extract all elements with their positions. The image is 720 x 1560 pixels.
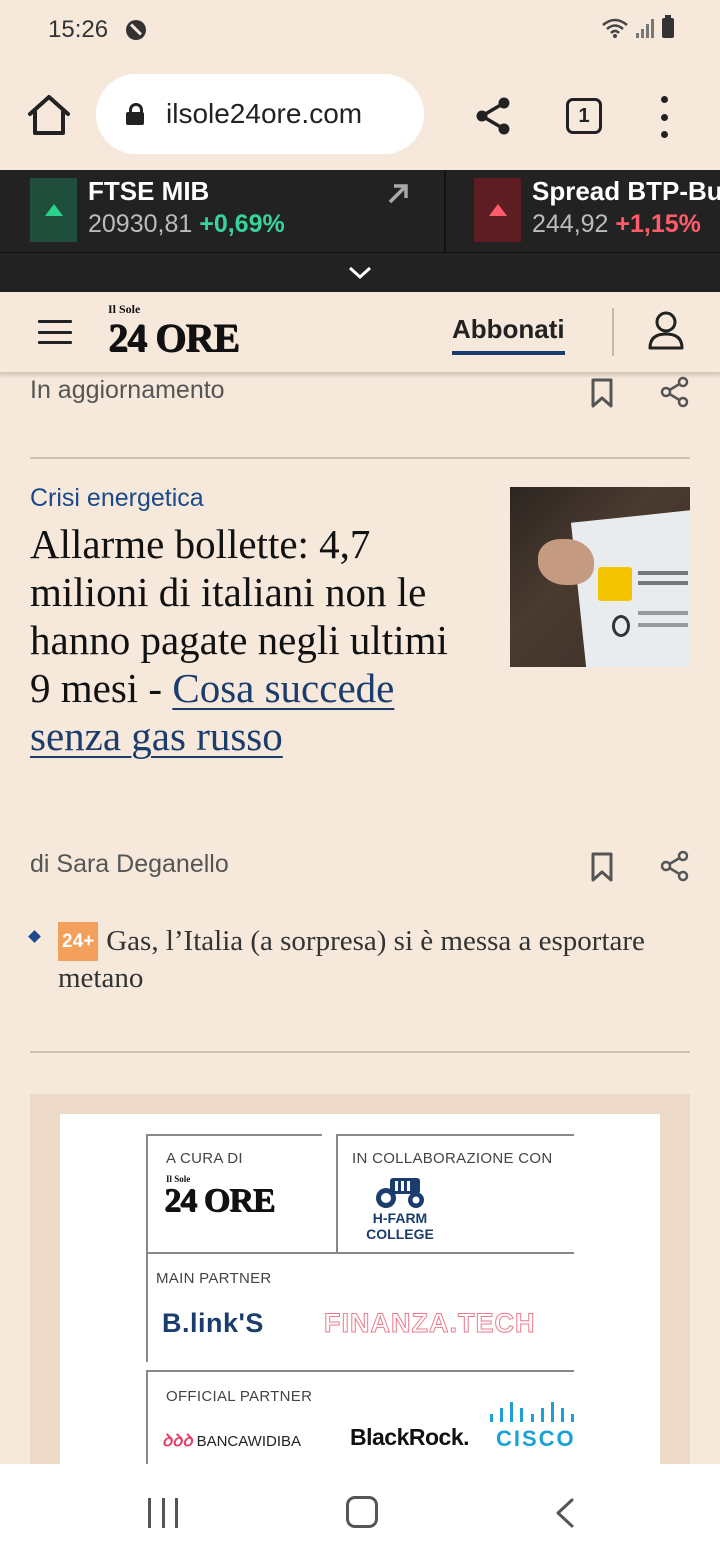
ticker-item-ftse-mib[interactable]: FTSE MIB 20930,81 +0,69%: [0, 170, 446, 252]
browser-toolbar: ilsole24ore.com 1: [0, 60, 720, 170]
ad-logo-big: 24 ORE: [164, 1182, 275, 1219]
ticker-expander[interactable]: [0, 252, 720, 292]
blackrock-logo: BlackRock.: [350, 1424, 470, 1450]
divider: [30, 457, 690, 459]
external-arrow-icon[interactable]: [386, 182, 410, 206]
url-bar[interactable]: ilsole24ore.com: [96, 74, 424, 154]
divider: [30, 1051, 690, 1053]
nav-back-icon[interactable]: [552, 1498, 576, 1528]
market-ticker: FTSE MIB 20930,81 +0,69% Spread BTP-Bund…: [0, 170, 720, 252]
status-bar: 15:26: [0, 0, 720, 60]
sponsor-banner[interactable]: A CURA DI Il Sole 24 ORE IN COLLABORAZIO…: [30, 1094, 690, 1474]
site-header: Il Sole 24 ORE Abbonati: [0, 292, 720, 374]
ticker-item-spread-btp[interactable]: Spread BTP-Bund 244,92 +1,15%: [446, 170, 720, 252]
ticker-name: FTSE MIB: [88, 176, 210, 206]
article-headline[interactable]: Allarme bollette: 4,7 milioni di italian…: [30, 520, 470, 760]
main-partner-box: [146, 1252, 574, 1362]
trend-up-icon: [30, 178, 77, 242]
blinks-logo: B.link'S: [162, 1308, 264, 1338]
widiba-logo: ꝺꝺꝺ BANCAWIDIBA: [162, 1431, 302, 1450]
ticker-change: +0,69%: [199, 210, 285, 238]
user-icon[interactable]: [648, 310, 684, 350]
update-status: In aggiornamento: [30, 376, 225, 404]
official-partner-box: [146, 1370, 574, 1474]
trend-up-icon: [474, 178, 521, 242]
tractor-icon: [376, 1178, 424, 1208]
nav-home-icon[interactable]: [346, 1496, 378, 1528]
url-text: ilsole24ore.com: [166, 98, 363, 129]
home-icon[interactable]: [26, 94, 72, 136]
ticker-name: Spread BTP-Bund: [532, 176, 720, 206]
article-meta: di Sara Deganello: [30, 846, 690, 886]
article-thumbnail[interactable]: [510, 487, 690, 667]
more-vert-icon[interactable]: [654, 96, 674, 138]
system-nav-bar: [0, 1464, 720, 1560]
cisco-logo: CISCO: [496, 1426, 576, 1451]
sponsor-banner-inner[interactable]: A CURA DI Il Sole 24 ORE IN COLLABORAZIO…: [60, 1114, 660, 1474]
share-icon[interactable]: [660, 850, 690, 882]
subscribe-button[interactable]: Abbonati: [452, 314, 565, 355]
ticker-value: 20930,81 +0,69%: [88, 210, 285, 238]
nav-recent-icon[interactable]: [148, 1498, 178, 1528]
bookmark-icon[interactable]: [590, 378, 614, 408]
do-not-disturb-icon: [126, 20, 146, 40]
status-icons: [602, 15, 674, 38]
share-icon[interactable]: [474, 96, 512, 136]
curated-label: A CURA DI: [166, 1150, 243, 1167]
article-byline[interactable]: di Sara Deganello: [30, 850, 229, 879]
site-logo[interactable]: Il Sole 24 ORE: [108, 302, 258, 364]
bookmark-icon[interactable]: [590, 852, 614, 882]
signal-icon: [636, 18, 654, 38]
official-partner-label: OFFICIAL PARTNER: [166, 1388, 313, 1405]
ticker-value: 244,92 +1,15%: [532, 210, 701, 238]
main-partner-label: MAIN PARTNER: [156, 1270, 272, 1287]
article-card: Crisi energetica Allarme bollette: 4,7 m…: [30, 484, 690, 759]
related-article-title[interactable]: 24+ Gas, l’Italia (a sorpresa) si è messa…: [58, 922, 648, 996]
finanza-tech-logo: FINANZA.TECH: [323, 1308, 536, 1339]
diamond-bullet-icon: [28, 930, 41, 943]
ticker-change: +1,15%: [615, 210, 701, 238]
battery-icon: [662, 15, 674, 38]
tabs-button[interactable]: 1: [566, 98, 602, 134]
status-time: 15:26: [48, 16, 109, 43]
cisco-bars-icon: [490, 1402, 574, 1422]
lock-icon: [126, 103, 144, 125]
previous-article-meta: In aggiornamento: [30, 374, 690, 414]
share-icon[interactable]: [660, 376, 690, 408]
chevron-down-icon[interactable]: [348, 261, 372, 285]
collab-label: IN COLLABORAZIONE CON: [352, 1150, 553, 1167]
hamburger-icon[interactable]: [38, 320, 72, 344]
hfarm-text: H-FARM COLLEGE: [366, 1210, 434, 1242]
wifi-icon: [602, 18, 628, 38]
header-divider: [612, 308, 614, 356]
premium-badge: 24+: [58, 922, 99, 961]
